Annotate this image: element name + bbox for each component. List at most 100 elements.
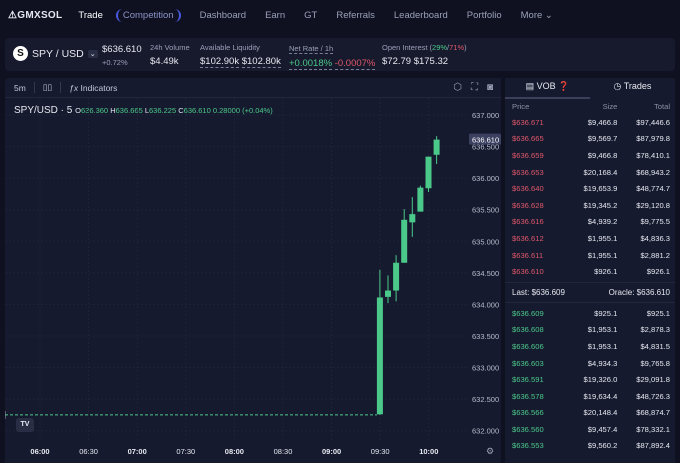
nav-competition[interactable]: Competition	[115, 8, 181, 22]
total: $9,775.5	[640, 217, 671, 227]
bid-row[interactable]: $636.609 $925.1 $925.1	[505, 305, 675, 322]
total: $78,332.1	[636, 424, 671, 434]
ask-row[interactable]: $636.665 $9,569.7 $87,979.8	[505, 131, 675, 148]
price: $636.603	[512, 358, 544, 368]
price: $636.591	[512, 375, 544, 385]
x-tick-label: 07:00	[128, 447, 147, 456]
price: $636.606	[512, 341, 544, 351]
price: $636.553	[512, 441, 544, 451]
size: $20,148.4	[583, 408, 618, 418]
settings-gear-icon[interactable]: ⚙	[486, 446, 494, 456]
nav-gt[interactable]: GT	[304, 10, 317, 21]
price: $636.566	[512, 408, 544, 418]
price: $636.608	[512, 325, 544, 335]
nav-leaderboard[interactable]: Leaderboard	[394, 10, 448, 21]
size: $19,326.0	[583, 375, 618, 385]
price: $636.640	[512, 184, 544, 194]
bid-row[interactable]: $636.578 $19,634.4 $48,726.3	[505, 388, 675, 405]
open-interest-stat: Open Interest (29%/71%) $72.79 $175.32	[382, 43, 467, 67]
ask-row[interactable]: $636.612 $1,955.1 $4,836.3	[505, 230, 675, 247]
chart-panel: 5m ▯▯ ƒx Indicators ⬡ ⛶ ◙ SPY/USD · 5 O6…	[5, 78, 501, 463]
candle-body	[385, 290, 391, 297]
last-oracle-row: Last: $636.609 Oracle: $636.610	[505, 281, 675, 303]
bid-row[interactable]: $636.553 $9,560.2 $87,892.4	[505, 438, 675, 455]
size: $9,457.4	[587, 424, 618, 434]
ask-row[interactable]: $636.653 $20,168.4 $68,943.2	[505, 164, 675, 181]
total: $2,881.2	[640, 250, 671, 260]
x-tick-label: 08:00	[225, 447, 244, 456]
size: $1,953.1	[587, 341, 618, 351]
price: $636.659	[512, 150, 544, 160]
nav-earn[interactable]: Earn	[265, 10, 285, 21]
total: $4,836.3	[640, 233, 671, 243]
liquidity-stat: Available Liquidity $102.90k $102.80k	[200, 43, 281, 68]
price: $636.609	[512, 308, 544, 318]
size: $1,955.1	[587, 250, 618, 260]
ask-row[interactable]: $636.671 $9,466.8 $97,446.6	[505, 114, 675, 131]
nav-referrals[interactable]: Referrals	[336, 10, 375, 21]
logo[interactable]: ⚠GMXSOL	[8, 10, 62, 21]
top-nav: ⚠GMXSOL Trade Competition Dashboard Earn…	[0, 0, 680, 30]
volume-stat: 24h Volume $4.49k	[150, 43, 190, 67]
x-tick-label: 06:30	[79, 447, 98, 456]
total: $78,410.1	[636, 150, 671, 160]
y-tick-label: 634.500	[472, 269, 499, 278]
tradingview-logo: TV	[16, 418, 34, 432]
price: $636.665	[512, 134, 544, 144]
ask-row[interactable]: $636.628 $19,345.2 $29,120.8	[505, 197, 675, 214]
size: $9,569.7	[587, 134, 618, 144]
size: $4,934.3	[587, 358, 618, 368]
clock-icon: ◷	[613, 81, 622, 91]
market-selector[interactable]: S SPY / USD ⌄	[13, 46, 98, 61]
y-tick-label: 635.000	[472, 237, 499, 246]
price: $636.611	[512, 250, 544, 260]
tab-vob[interactable]: ▤ VOB ❓	[505, 78, 590, 99]
bid-row[interactable]: $636.560 $9,457.4 $78,332.1	[505, 421, 675, 438]
bid-row[interactable]: $636.606 $1,953.1 $4,831.5	[505, 338, 675, 355]
total: $97,446.6	[636, 117, 671, 127]
ask-row[interactable]: $636.659 $9,466.8 $78,410.1	[505, 147, 675, 164]
size: $925.1	[594, 308, 618, 318]
candle-body	[433, 139, 440, 155]
x-tick-label: 09:30	[371, 447, 390, 456]
size: $9,466.8	[587, 150, 618, 160]
candle-body	[376, 297, 383, 415]
nav-portfolio[interactable]: Portfolio	[467, 10, 502, 21]
bid-row[interactable]: $636.566 $20,148.4 $68,874.7	[505, 405, 675, 422]
y-tick-label: 633.000	[472, 364, 499, 373]
price: $636.578	[512, 391, 544, 401]
nav-dashboard[interactable]: Dashboard	[200, 10, 246, 21]
price: $636.671	[512, 117, 544, 127]
bid-row[interactable]: $636.591 $19,326.0 $29,091.8	[505, 371, 675, 388]
size: $19,653.9	[583, 184, 618, 194]
price: $636.616	[512, 217, 544, 227]
total: $926.1	[646, 267, 671, 277]
candle-body	[401, 219, 408, 263]
size: $9,466.8	[587, 117, 618, 127]
nav-more[interactable]: More ⌄	[521, 10, 553, 21]
price-chart[interactable]: 637.000636.500636.000635.500635.000634.5…	[5, 78, 501, 463]
total: $68,874.7	[636, 408, 671, 418]
total: $4,831.5	[640, 341, 671, 351]
tab-trades[interactable]: ◷ Trades	[590, 78, 675, 99]
ask-row[interactable]: $636.610 $926.1 $926.1	[505, 263, 675, 280]
x-tick-label: 06:00	[30, 447, 49, 456]
ask-row[interactable]: $636.611 $1,955.1 $2,881.2	[505, 247, 675, 264]
total: $87,979.8	[636, 134, 671, 144]
logo-icon: ⚠	[8, 9, 18, 21]
nav-trade[interactable]: Trade	[78, 10, 102, 21]
size: $1,953.1	[587, 325, 618, 335]
total: $48,726.3	[636, 391, 671, 401]
total: $9,765.8	[640, 358, 671, 368]
y-tick-label: 632.500	[472, 395, 499, 404]
x-tick-label: 10:00	[419, 447, 438, 456]
bid-row[interactable]: $636.608 $1,953.1 $2,878.3	[505, 322, 675, 339]
chevron-down-icon: ⌄	[87, 49, 98, 58]
size: $1,955.1	[587, 233, 618, 243]
ask-row[interactable]: $636.616 $4,939.2 $9,775.5	[505, 214, 675, 231]
book-icon: ▤	[525, 81, 535, 91]
ask-row[interactable]: $636.640 $19,653.9 $48,774.7	[505, 180, 675, 197]
bid-row[interactable]: $636.603 $4,934.3 $9,765.8	[505, 355, 675, 372]
last-price-label: 636.610	[472, 136, 499, 145]
size: $926.1	[594, 267, 618, 277]
